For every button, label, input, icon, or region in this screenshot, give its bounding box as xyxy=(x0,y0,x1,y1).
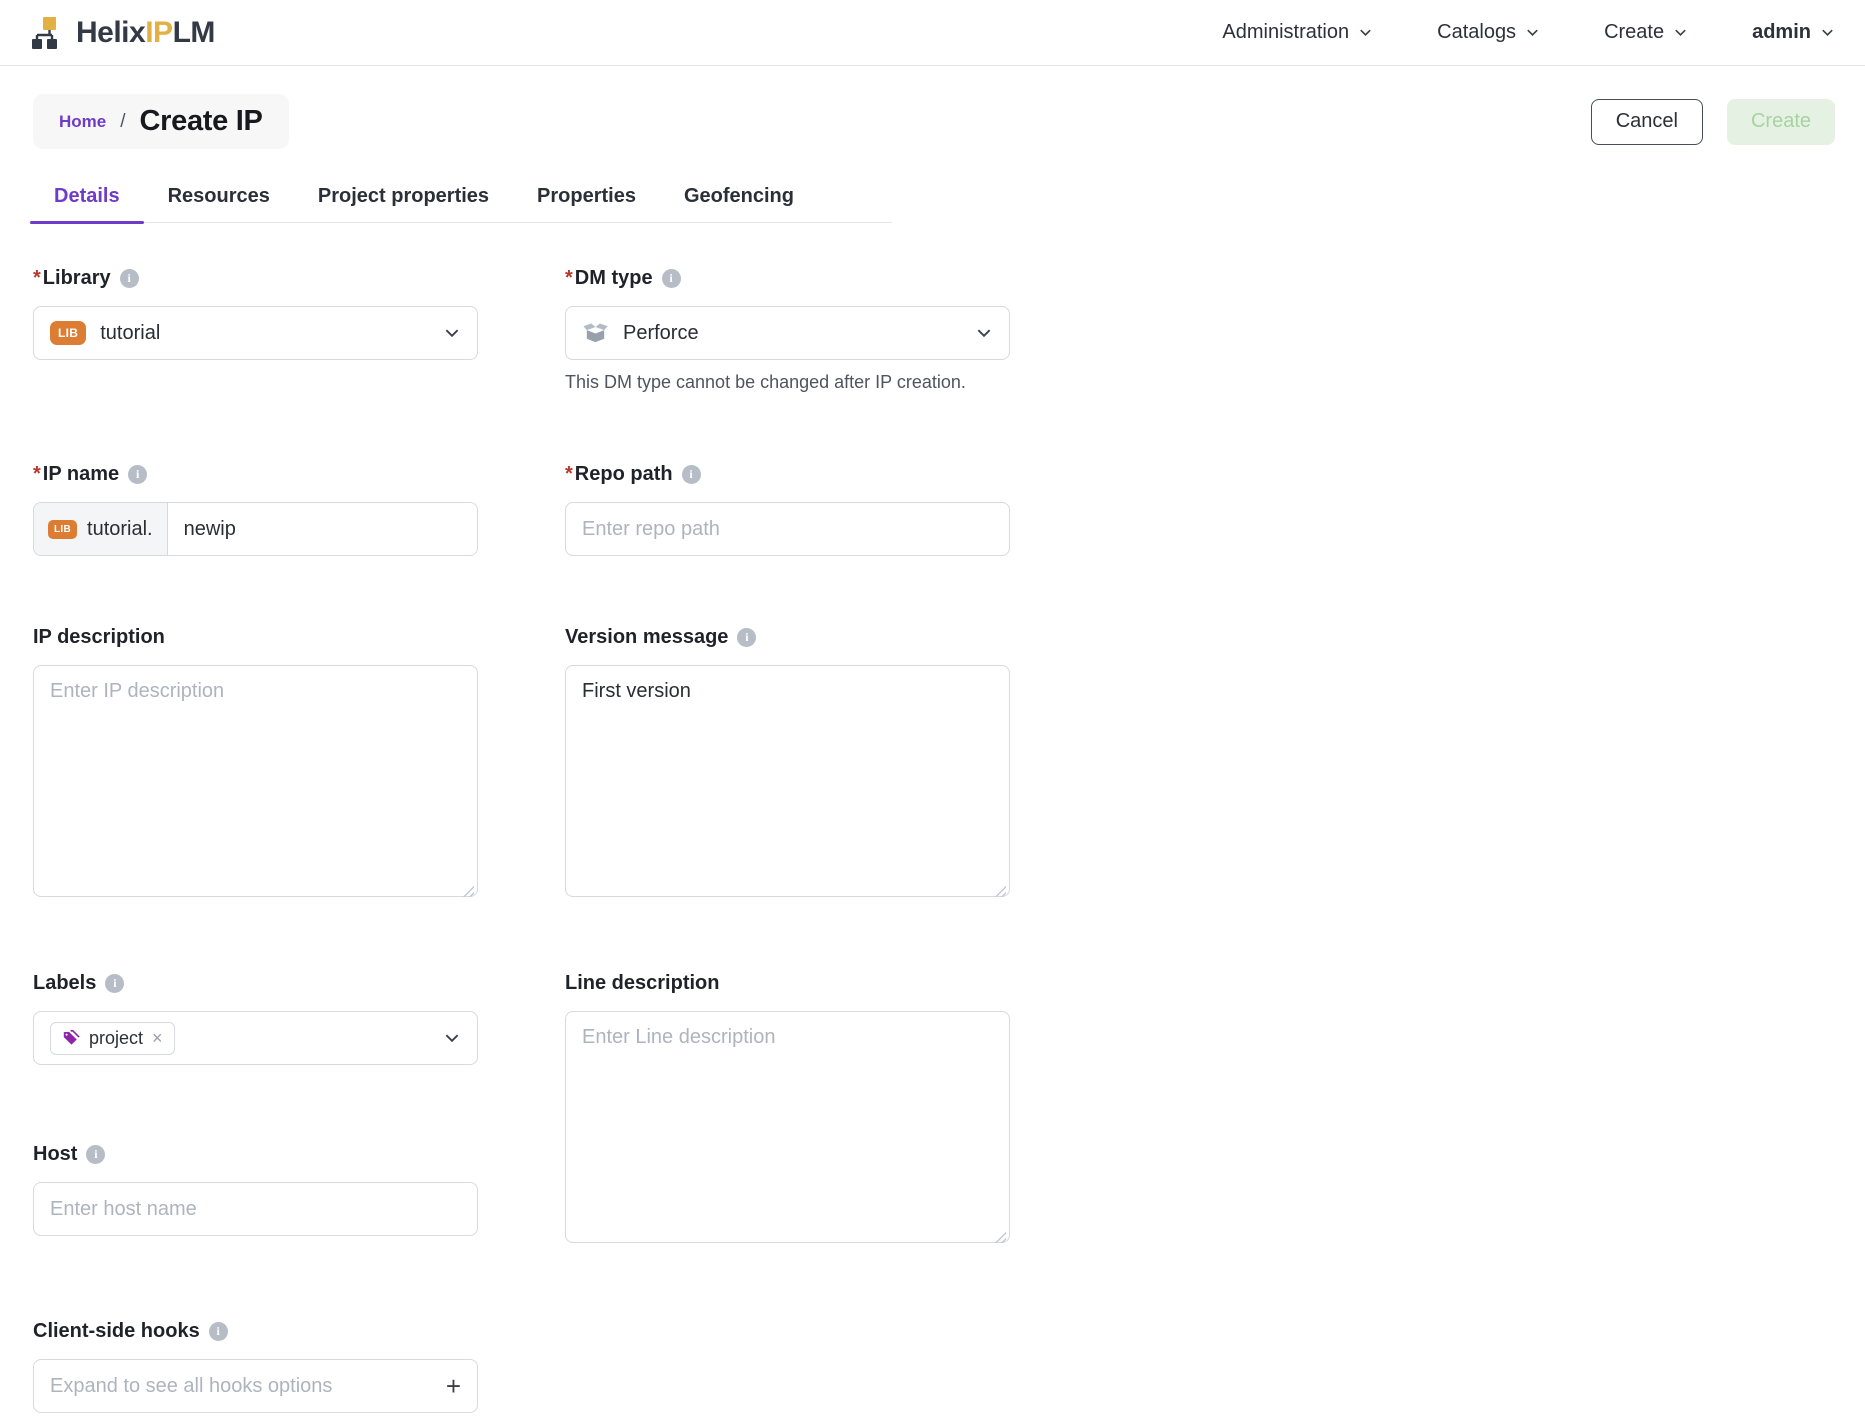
tab-resources[interactable]: Resources xyxy=(144,185,294,222)
left-column-stack: Labels i project × xyxy=(33,972,478,1413)
dm-type-field: * DM type i Perforce This DM type cannot… xyxy=(565,267,1010,393)
chevron-down-icon xyxy=(1673,25,1688,40)
dm-type-helper-text: This DM type cannot be changed after IP … xyxy=(565,372,1010,393)
cancel-button[interactable]: Cancel xyxy=(1591,99,1703,145)
version-message-label: Version message xyxy=(565,626,728,649)
app-header: HelixIPLM Administration Catalogs Create… xyxy=(0,0,1865,66)
chevron-down-icon xyxy=(443,1029,461,1047)
host-label: Host xyxy=(33,1143,77,1166)
tag-icon xyxy=(62,1029,80,1047)
page-header-row: Home / Create IP Cancel Create xyxy=(0,66,1865,149)
helix-iplm-logo[interactable]: HelixIPLM xyxy=(30,15,215,51)
repo-path-field: * Repo path i xyxy=(565,463,1010,556)
create-ip-form: * Library i LIB tutorial * DM type i xyxy=(0,223,1865,1413)
labels-field: Labels i project × xyxy=(33,972,478,1065)
repo-path-label: Repo path xyxy=(575,463,673,486)
tab-bar: Details Resources Project properties Pro… xyxy=(30,185,892,223)
breadcrumb-separator: / xyxy=(120,111,125,133)
library-field: * Library i LIB tutorial xyxy=(33,267,478,360)
chevron-down-icon xyxy=(443,324,461,342)
line-description-textarea[interactable] xyxy=(565,1011,1010,1243)
chevron-down-icon xyxy=(1820,25,1835,40)
chevron-down-icon xyxy=(1525,25,1540,40)
tab-details[interactable]: Details xyxy=(30,185,144,222)
library-badge: LIB xyxy=(50,321,86,345)
client-hooks-placeholder: Expand to see all hooks options xyxy=(50,1375,332,1398)
org-chart-icon xyxy=(30,15,66,51)
library-value: tutorial xyxy=(100,322,160,345)
tab-properties[interactable]: Properties xyxy=(513,185,660,222)
tab-project-properties[interactable]: Project properties xyxy=(294,185,513,222)
page-title: Create IP xyxy=(140,105,263,138)
chevron-down-icon xyxy=(975,324,993,342)
version-message-textarea[interactable]: First version xyxy=(565,665,1010,897)
tab-geofencing[interactable]: Geofencing xyxy=(660,185,818,222)
remove-chip-icon[interactable]: × xyxy=(152,1029,163,1047)
info-circle-icon[interactable]: i xyxy=(662,269,681,288)
info-circle-icon[interactable]: i xyxy=(737,628,756,647)
label-chip-project: project × xyxy=(50,1022,175,1055)
nav-administration[interactable]: Administration xyxy=(1222,21,1373,44)
chevron-down-icon xyxy=(1358,25,1373,40)
open-box-icon xyxy=(582,321,609,345)
create-button[interactable]: Create xyxy=(1727,99,1835,145)
info-circle-icon[interactable]: i xyxy=(209,1322,228,1341)
repo-path-input[interactable] xyxy=(565,502,1010,556)
plus-icon[interactable]: + xyxy=(446,1373,461,1399)
line-description-field: Line description xyxy=(565,972,1010,1248)
ip-name-field: * IP name i LIB tutorial. xyxy=(33,463,478,556)
dm-type-value: Perforce xyxy=(623,322,699,345)
breadcrumb-home-link[interactable]: Home xyxy=(59,112,106,132)
library-select[interactable]: LIB tutorial xyxy=(33,306,478,360)
ip-name-combo: LIB tutorial. xyxy=(33,502,478,556)
ip-name-prefix: LIB tutorial. xyxy=(34,503,168,555)
ip-name-input[interactable] xyxy=(168,503,477,555)
page-actions: Cancel Create xyxy=(1591,99,1835,145)
host-input[interactable] xyxy=(33,1182,478,1236)
info-circle-icon[interactable]: i xyxy=(120,269,139,288)
logo-text: HelixIPLM xyxy=(76,16,215,50)
library-label: Library xyxy=(43,267,111,290)
dm-type-label: DM type xyxy=(575,267,653,290)
version-message-field: Version message i First version xyxy=(565,626,1010,902)
ip-description-textarea[interactable] xyxy=(33,665,478,897)
breadcrumb: Home / Create IP xyxy=(33,94,289,149)
required-marker: * xyxy=(565,463,573,486)
client-hooks-label: Client-side hooks xyxy=(33,1320,200,1343)
info-circle-icon[interactable]: i xyxy=(128,465,147,484)
client-hooks-field: Client-side hooks i Expand to see all ho… xyxy=(33,1320,478,1413)
host-field: Host i xyxy=(33,1143,478,1236)
client-hooks-expander[interactable]: Expand to see all hooks options + xyxy=(33,1359,478,1413)
library-badge: LIB xyxy=(48,520,77,539)
dm-type-select[interactable]: Perforce xyxy=(565,306,1010,360)
ip-name-prefix-text: tutorial. xyxy=(87,518,153,541)
info-circle-icon[interactable]: i xyxy=(682,465,701,484)
ip-description-field: IP description xyxy=(33,626,478,902)
info-circle-icon[interactable]: i xyxy=(105,974,124,993)
top-nav: Administration Catalogs Create admin xyxy=(1222,21,1835,44)
nav-catalogs[interactable]: Catalogs xyxy=(1437,21,1540,44)
required-marker: * xyxy=(33,267,41,290)
nav-user-menu[interactable]: admin xyxy=(1752,21,1835,44)
required-marker: * xyxy=(565,267,573,290)
ip-name-label: IP name xyxy=(43,463,119,486)
info-circle-icon[interactable]: i xyxy=(86,1145,105,1164)
nav-create[interactable]: Create xyxy=(1604,21,1688,44)
labels-multiselect[interactable]: project × xyxy=(33,1011,478,1065)
required-marker: * xyxy=(33,463,41,486)
label-chip-text: project xyxy=(89,1028,143,1049)
line-description-label: Line description xyxy=(565,972,719,995)
ip-description-label: IP description xyxy=(33,626,165,649)
labels-label: Labels xyxy=(33,972,96,995)
